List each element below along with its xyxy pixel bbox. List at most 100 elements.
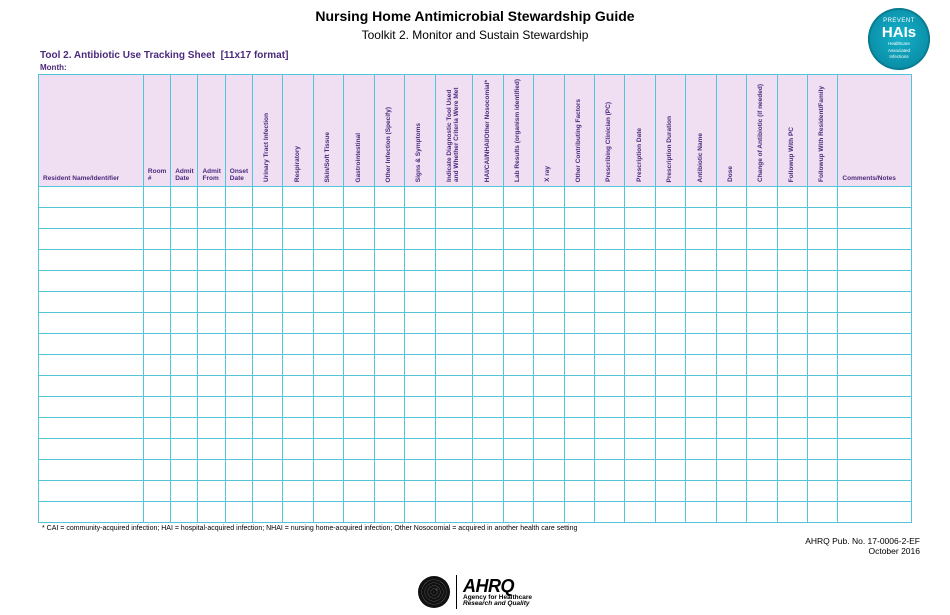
table-cell[interactable] bbox=[777, 481, 807, 502]
table-cell[interactable] bbox=[777, 502, 807, 523]
table-cell[interactable] bbox=[564, 313, 594, 334]
table-cell[interactable] bbox=[473, 250, 503, 271]
table-cell[interactable] bbox=[171, 355, 198, 376]
table-cell[interactable] bbox=[595, 481, 625, 502]
table-cell[interactable] bbox=[374, 208, 404, 229]
table-cell[interactable] bbox=[503, 397, 533, 418]
table-cell[interactable] bbox=[838, 376, 912, 397]
table-cell[interactable] bbox=[283, 439, 313, 460]
table-cell[interactable] bbox=[435, 292, 473, 313]
table-cell[interactable] bbox=[344, 334, 374, 355]
table-cell[interactable] bbox=[564, 460, 594, 481]
table-cell[interactable] bbox=[747, 460, 777, 481]
table-cell[interactable] bbox=[807, 502, 837, 523]
table-cell[interactable] bbox=[283, 187, 313, 208]
table-cell[interactable] bbox=[313, 355, 343, 376]
table-cell[interactable] bbox=[625, 460, 655, 481]
table-cell[interactable] bbox=[838, 355, 912, 376]
table-cell[interactable] bbox=[39, 334, 144, 355]
table-cell[interactable] bbox=[686, 397, 716, 418]
table-cell[interactable] bbox=[405, 271, 435, 292]
table-cell[interactable] bbox=[595, 460, 625, 481]
table-cell[interactable] bbox=[344, 376, 374, 397]
table-cell[interactable] bbox=[686, 502, 716, 523]
table-cell[interactable] bbox=[283, 208, 313, 229]
table-cell[interactable] bbox=[344, 229, 374, 250]
table-cell[interactable] bbox=[807, 460, 837, 481]
table-cell[interactable] bbox=[405, 502, 435, 523]
table-cell[interactable] bbox=[716, 187, 746, 208]
table-cell[interactable] bbox=[405, 397, 435, 418]
table-cell[interactable] bbox=[807, 229, 837, 250]
table-cell[interactable] bbox=[686, 208, 716, 229]
table-cell[interactable] bbox=[198, 187, 225, 208]
table-cell[interactable] bbox=[435, 187, 473, 208]
table-cell[interactable] bbox=[564, 502, 594, 523]
table-cell[interactable] bbox=[655, 355, 685, 376]
table-cell[interactable] bbox=[198, 229, 225, 250]
table-cell[interactable] bbox=[716, 208, 746, 229]
table-cell[interactable] bbox=[253, 271, 283, 292]
table-cell[interactable] bbox=[625, 250, 655, 271]
table-cell[interactable] bbox=[313, 481, 343, 502]
table-cell[interactable] bbox=[405, 376, 435, 397]
table-cell[interactable] bbox=[747, 355, 777, 376]
table-cell[interactable] bbox=[686, 250, 716, 271]
table-cell[interactable] bbox=[313, 292, 343, 313]
table-cell[interactable] bbox=[595, 418, 625, 439]
table-cell[interactable] bbox=[473, 481, 503, 502]
table-cell[interactable] bbox=[39, 502, 144, 523]
table-cell[interactable] bbox=[39, 460, 144, 481]
table-cell[interactable] bbox=[625, 271, 655, 292]
table-cell[interactable] bbox=[374, 313, 404, 334]
table-cell[interactable] bbox=[435, 250, 473, 271]
table-cell[interactable] bbox=[198, 418, 225, 439]
table-cell[interactable] bbox=[283, 271, 313, 292]
table-cell[interactable] bbox=[625, 292, 655, 313]
table-cell[interactable] bbox=[716, 376, 746, 397]
table-cell[interactable] bbox=[344, 292, 374, 313]
table-cell[interactable] bbox=[374, 481, 404, 502]
table-cell[interactable] bbox=[344, 502, 374, 523]
table-cell[interactable] bbox=[747, 397, 777, 418]
table-cell[interactable] bbox=[405, 208, 435, 229]
table-cell[interactable] bbox=[595, 229, 625, 250]
table-cell[interactable] bbox=[225, 481, 252, 502]
table-cell[interactable] bbox=[143, 376, 170, 397]
table-cell[interactable] bbox=[283, 334, 313, 355]
table-cell[interactable] bbox=[534, 208, 564, 229]
table-cell[interactable] bbox=[253, 439, 283, 460]
table-cell[interactable] bbox=[655, 481, 685, 502]
table-cell[interactable] bbox=[344, 418, 374, 439]
table-cell[interactable] bbox=[534, 397, 564, 418]
table-cell[interactable] bbox=[253, 460, 283, 481]
table-cell[interactable] bbox=[198, 439, 225, 460]
table-cell[interactable] bbox=[283, 355, 313, 376]
table-cell[interactable] bbox=[838, 460, 912, 481]
table-cell[interactable] bbox=[344, 271, 374, 292]
table-cell[interactable] bbox=[473, 397, 503, 418]
table-cell[interactable] bbox=[503, 250, 533, 271]
table-cell[interactable] bbox=[171, 250, 198, 271]
table-cell[interactable] bbox=[374, 418, 404, 439]
table-cell[interactable] bbox=[473, 502, 503, 523]
table-cell[interactable] bbox=[435, 481, 473, 502]
table-cell[interactable] bbox=[747, 208, 777, 229]
table-cell[interactable] bbox=[374, 229, 404, 250]
table-cell[interactable] bbox=[686, 271, 716, 292]
table-cell[interactable] bbox=[171, 208, 198, 229]
table-cell[interactable] bbox=[473, 334, 503, 355]
table-cell[interactable] bbox=[564, 187, 594, 208]
table-cell[interactable] bbox=[747, 271, 777, 292]
table-cell[interactable] bbox=[225, 208, 252, 229]
table-cell[interactable] bbox=[655, 460, 685, 481]
table-cell[interactable] bbox=[595, 292, 625, 313]
table-cell[interactable] bbox=[283, 376, 313, 397]
table-cell[interactable] bbox=[625, 313, 655, 334]
table-cell[interactable] bbox=[503, 187, 533, 208]
table-cell[interactable] bbox=[534, 271, 564, 292]
table-cell[interactable] bbox=[503, 418, 533, 439]
table-cell[interactable] bbox=[283, 418, 313, 439]
table-cell[interactable] bbox=[534, 229, 564, 250]
table-cell[interactable] bbox=[435, 355, 473, 376]
